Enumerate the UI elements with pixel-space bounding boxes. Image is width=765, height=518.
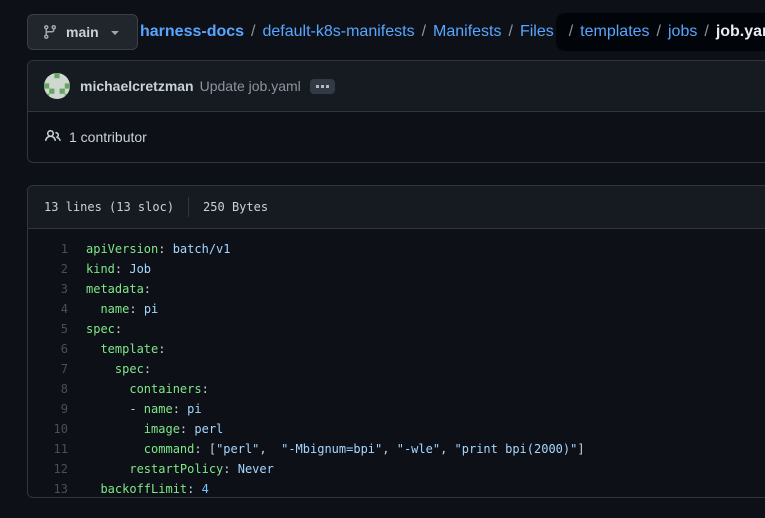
divider (188, 197, 189, 217)
code-text: command: ["perl", "-Mbignum=bpi", "-wle"… (86, 439, 585, 459)
chevron-down-icon (107, 24, 123, 40)
code-text: restartPolicy: Never (86, 459, 274, 479)
branch-selector-button[interactable]: main (27, 14, 138, 50)
breadcrumb-separator: / (251, 23, 255, 41)
commit-ellipsis-button[interactable] (310, 79, 335, 94)
line-number[interactable]: 1 (28, 239, 68, 259)
contributors-count: 1 contributor (69, 129, 147, 145)
git-branch-icon (42, 24, 58, 40)
code-text: kind: Job (86, 259, 151, 279)
code-line: 4 name: pi (28, 299, 765, 319)
breadcrumb-separator: / (704, 23, 708, 41)
latest-commit-box: michaelcretzman Update job.yaml 1 contri… (27, 60, 765, 163)
file-size: 250 Bytes (203, 200, 268, 214)
line-number[interactable]: 5 (28, 319, 68, 339)
code-viewer: 1 apiVersion: batch/v1 2 kind: Job 3 metadata… (28, 229, 765, 498)
breadcrumb-separator: / (508, 23, 512, 41)
breadcrumb-segment-jobs[interactable]: jobs (668, 23, 697, 41)
file-content-box: 13 lines (13 sloc) 250 Bytes 1 apiVersion… (27, 185, 765, 498)
code-line: 6 template: (28, 339, 765, 359)
code-text: apiVersion: batch/v1 (86, 239, 231, 259)
code-line: 9 - name: pi (28, 399, 765, 419)
file-line-count: 13 lines (13 sloc) (44, 200, 174, 214)
code-line: 8 containers: (28, 379, 765, 399)
breadcrumb-separator: / (422, 23, 426, 41)
code-line: 11 command: ["perl", "-Mbignum=bpi", "-w… (28, 439, 765, 459)
commit-author-link[interactable]: michaelcretzman (80, 78, 194, 94)
code-line: 1 apiVersion: batch/v1 (28, 239, 765, 259)
code-text: metadata: (86, 279, 151, 299)
code-text: - name: pi (86, 399, 202, 419)
code-text: name: pi (86, 299, 158, 319)
contributors-row[interactable]: 1 contributor (28, 112, 765, 162)
code-text: spec: (86, 319, 122, 339)
breadcrumb-separator: / (657, 23, 661, 41)
code-line: 7 spec: (28, 359, 765, 379)
ellipsis-icon (316, 85, 319, 88)
line-number[interactable]: 9 (28, 399, 68, 419)
breadcrumb-segment-Files[interactable]: Files (520, 23, 554, 41)
branch-name: main (66, 24, 99, 40)
github-file-page: { "colors": { "page_bg": "#0d1117", "pan… (0, 0, 765, 518)
code-text: template: (86, 339, 165, 359)
line-number[interactable]: 7 (28, 359, 68, 379)
commit-message[interactable]: Update job.yaml (200, 78, 301, 94)
line-number[interactable]: 3 (28, 279, 68, 299)
line-number[interactable]: 13 (28, 479, 68, 498)
code-text: backoffLimit: 4 (86, 479, 209, 498)
breadcrumb-segment-default-k8s-manifests[interactable]: default-k8s-manifests (263, 23, 415, 41)
line-number[interactable]: 4 (28, 299, 68, 319)
code-line: 12 restartPolicy: Never (28, 459, 765, 479)
line-number[interactable]: 2 (28, 259, 68, 279)
line-number[interactable]: 12 (28, 459, 68, 479)
code-text: containers: (86, 379, 209, 399)
code-text: spec: (86, 359, 151, 379)
line-number[interactable]: 8 (28, 379, 68, 399)
line-number[interactable]: 11 (28, 439, 68, 459)
file-info-header: 13 lines (13 sloc) 250 Bytes (28, 186, 765, 229)
breadcrumb-segment-templates[interactable]: templates (580, 23, 649, 41)
code-text: image: perl (86, 419, 223, 439)
code-line: 5 spec: (28, 319, 765, 339)
breadcrumb-separator: / (569, 23, 573, 41)
line-number[interactable]: 10 (28, 419, 68, 439)
breadcrumb: harness-docs / default-k8s-manifests / Manif… (140, 14, 765, 50)
code-line: 10 image: perl (28, 419, 765, 439)
avatar[interactable] (44, 73, 70, 99)
commit-header: michaelcretzman Update job.yaml (28, 61, 765, 112)
line-number[interactable]: 6 (28, 339, 68, 359)
breadcrumb-highlight-box: / templates / jobs / job.yaml (556, 13, 765, 51)
breadcrumb-segment-Manifests[interactable]: Manifests (433, 23, 501, 41)
code-line: 3 metadata: (28, 279, 765, 299)
code-line: 2 kind: Job (28, 259, 765, 279)
breadcrumb-segment-job.yaml: job.yaml (716, 23, 765, 41)
code-line: 13 backoffLimit: 4 (28, 479, 765, 498)
people-icon (45, 128, 69, 147)
breadcrumb-segment-harness-docs[interactable]: harness-docs (140, 23, 244, 41)
